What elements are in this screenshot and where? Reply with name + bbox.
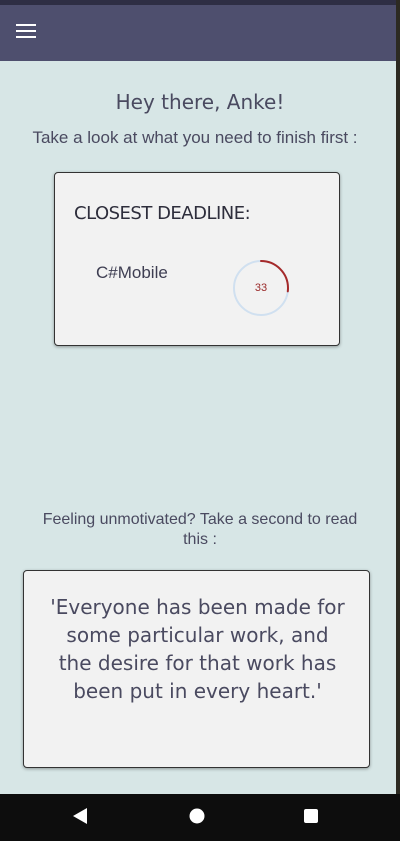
nav-home-button[interactable] xyxy=(181,802,213,834)
home-circle-icon xyxy=(189,808,205,829)
deadline-course-name: C#Mobile xyxy=(96,263,168,282)
deadline-days-left: 33 xyxy=(254,282,268,294)
app-bar xyxy=(0,5,400,61)
recents-square-icon xyxy=(303,808,319,829)
motivation-prompt: Feeling unmotivated? Take a second to re… xyxy=(42,511,358,548)
deadline-card-title: CLOSEST DEADLINE: xyxy=(74,203,251,224)
window-edge xyxy=(396,0,400,794)
closest-deadline-card[interactable]: CLOSEST DEADLINE: C#Mobile 33 xyxy=(54,172,340,346)
back-triangle-icon xyxy=(72,807,88,830)
greeting-title: Hey there, Anke! xyxy=(115,90,285,114)
menu-button[interactable] xyxy=(10,17,42,49)
system-nav-bar xyxy=(0,794,400,841)
nav-back-button[interactable] xyxy=(64,802,96,834)
greeting-subtitle: Take a look at what you need to finish f… xyxy=(32,128,358,147)
quote-card: 'Everyone has been made for some particu… xyxy=(23,570,370,768)
quote-text: 'Everyone has been made for some particu… xyxy=(50,595,345,703)
hamburger-menu-icon xyxy=(16,23,36,44)
nav-recents-button[interactable] xyxy=(295,802,327,834)
